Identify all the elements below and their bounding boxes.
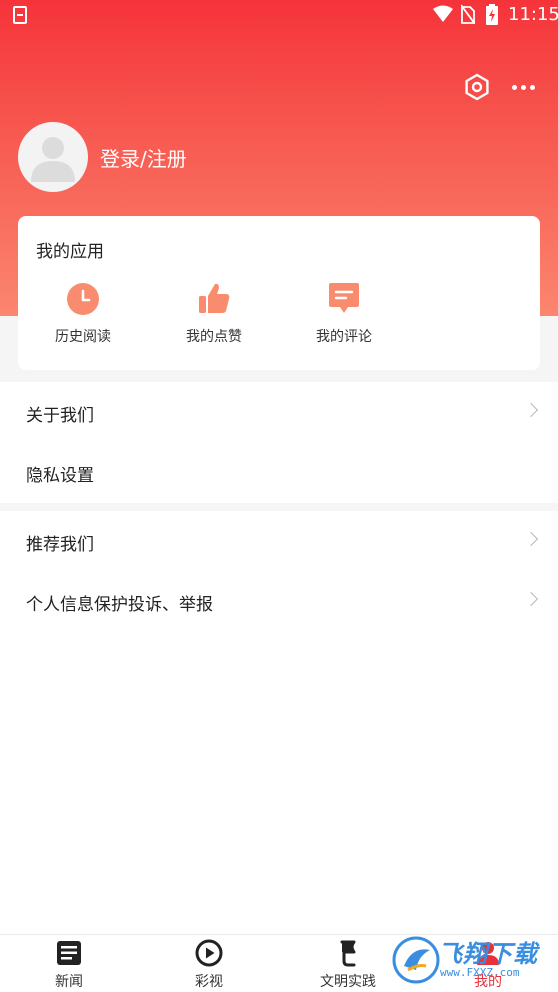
menu-item-privacy-complaint[interactable]: 个人信息保护投诉、举报 bbox=[0, 571, 558, 631]
watermark-logo-icon bbox=[392, 936, 440, 984]
no-sim-icon bbox=[461, 4, 475, 24]
dot bbox=[520, 84, 526, 90]
comment-icon bbox=[329, 283, 359, 313]
menu-item-label: 个人信息保护投诉、举报 bbox=[26, 595, 213, 615]
menu-item-label: 关于我们 bbox=[26, 406, 94, 426]
dot bbox=[529, 84, 535, 90]
clock-icon bbox=[67, 283, 99, 315]
app-label: 我的评论 bbox=[316, 329, 372, 345]
gallery-notification-icon bbox=[13, 6, 27, 24]
play-icon bbox=[195, 939, 223, 967]
app-history-reading[interactable]: 历史阅读 bbox=[18, 282, 148, 362]
watermark: 飞翔下载 www.FXXZ.com bbox=[390, 930, 558, 992]
dot bbox=[511, 84, 517, 90]
settings-icon[interactable] bbox=[462, 72, 492, 102]
menu-group-2: 推荐我们 个人信息保护投诉、举报 bbox=[0, 511, 558, 631]
wifi-icon bbox=[433, 5, 453, 22]
status-time: 11:15 bbox=[508, 4, 558, 25]
menu-item-about-us[interactable]: 关于我们 bbox=[0, 382, 558, 442]
section-divider bbox=[0, 503, 558, 511]
default-user-icon bbox=[31, 137, 75, 182]
nav-tab-news[interactable]: 新闻 bbox=[19, 935, 119, 992]
thumbs-up-icon bbox=[199, 283, 230, 313]
battery-charging-icon bbox=[486, 4, 498, 25]
nav-label: 彩视 bbox=[195, 974, 223, 990]
menu-item-label: 推荐我们 bbox=[26, 535, 94, 555]
nav-label: 文明实践 bbox=[320, 974, 376, 990]
menu-item-recommend-us[interactable]: 推荐我们 bbox=[0, 511, 558, 571]
apps-card-title: 我的应用 bbox=[36, 242, 104, 262]
my-apps-card: 我的应用 历史阅读 我的点赞 我的评论 bbox=[18, 216, 540, 370]
status-bar: 11:15 bbox=[0, 0, 558, 30]
menu-item-label: 隐私设置 bbox=[26, 466, 94, 486]
watermark-url: www.FXXZ.com bbox=[440, 966, 520, 979]
app-my-comments[interactable]: 我的评论 bbox=[279, 282, 409, 362]
chevron-right-icon bbox=[523, 591, 539, 607]
app-label: 历史阅读 bbox=[55, 329, 111, 345]
watermark-text: 飞翔下载 bbox=[438, 940, 538, 968]
chevron-right-icon bbox=[523, 531, 539, 547]
app-my-likes[interactable]: 我的点赞 bbox=[149, 282, 279, 362]
nav-tab-video[interactable]: 彩视 bbox=[159, 935, 259, 992]
menu-group-1: 关于我们 隐私设置 bbox=[0, 382, 558, 502]
more-options-button[interactable] bbox=[508, 72, 538, 102]
news-icon bbox=[57, 941, 81, 965]
avatar[interactable] bbox=[18, 122, 88, 192]
nav-label: 新闻 bbox=[55, 974, 83, 990]
flag-icon bbox=[340, 940, 356, 967]
nav-tab-civilization-practice[interactable]: 文明实践 bbox=[298, 935, 398, 992]
menu-item-privacy-settings[interactable]: 隐私设置 bbox=[0, 442, 558, 502]
login-register-link[interactable]: 登录/注册 bbox=[100, 143, 187, 172]
chevron-right-icon bbox=[523, 402, 539, 418]
app-label: 我的点赞 bbox=[186, 329, 242, 345]
